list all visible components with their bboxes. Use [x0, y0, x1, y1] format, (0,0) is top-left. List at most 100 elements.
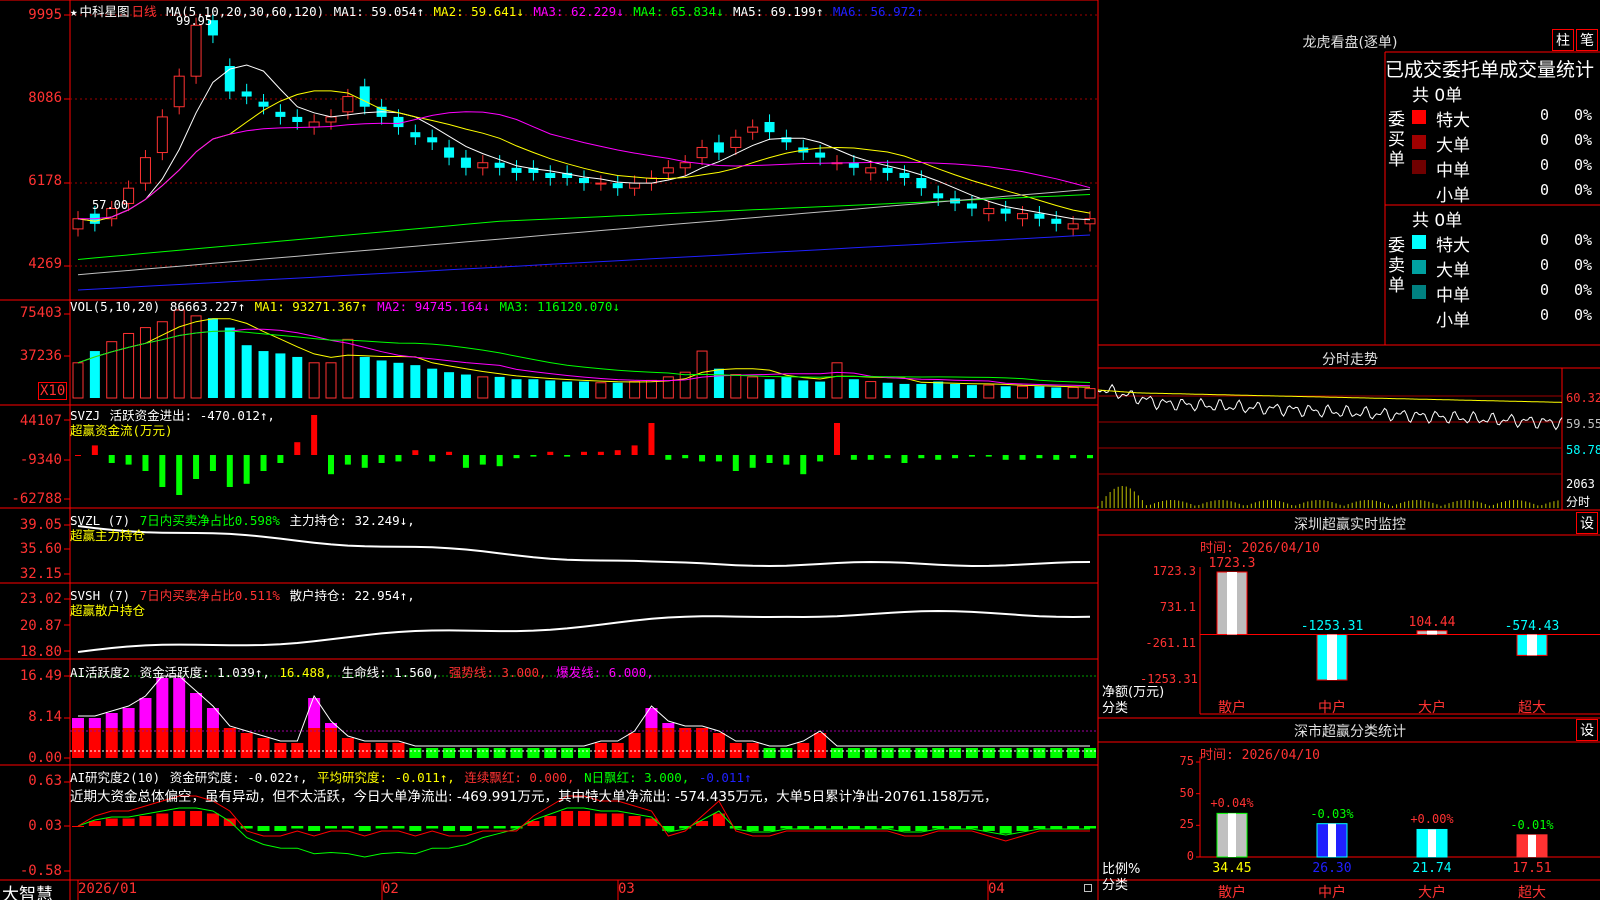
flow-bar	[108, 455, 115, 463]
flow-bar	[176, 455, 183, 495]
svzl-ytick: 32.15	[19, 566, 62, 582]
flow-bar	[1019, 455, 1026, 460]
ai-research-nday: N日飘红: 3.000,	[584, 770, 690, 785]
research-bar	[864, 826, 877, 829]
volume-bar-down	[427, 368, 438, 398]
candle-down	[612, 183, 623, 189]
pen-mode-button[interactable]: 笔	[1576, 29, 1598, 51]
volume-bar-down	[393, 362, 404, 398]
activity-bar	[611, 743, 624, 758]
flow-bar	[193, 455, 200, 479]
research-bar	[797, 826, 810, 829]
vol-ma2: MA2: 94745.164↓	[377, 299, 490, 314]
volume-bar-down	[528, 379, 539, 398]
flow-bar	[952, 455, 959, 459]
candle-down	[511, 167, 522, 173]
bar-mode-button[interactable]: 柱	[1552, 29, 1574, 51]
order-percent: 0%	[1574, 256, 1593, 274]
research-bar	[291, 826, 304, 829]
color-swatch	[1412, 135, 1426, 149]
monitor-settings-button[interactable]: 设	[1576, 512, 1598, 534]
candle-up	[190, 24, 202, 77]
candle-down	[579, 178, 589, 184]
order-percent: 0%	[1574, 106, 1593, 124]
activity-bar	[122, 728, 135, 758]
x-axis-label: 02	[382, 881, 399, 897]
research-bar	[426, 826, 439, 829]
activity-bar	[982, 748, 995, 758]
flow-bar	[226, 455, 233, 487]
volume-bar-up	[645, 379, 657, 399]
star-icon[interactable]: ★	[70, 4, 78, 19]
candle-up	[342, 96, 354, 113]
flow-bar	[935, 455, 942, 460]
classify-settings-button[interactable]: 设	[1576, 719, 1598, 741]
volume-bar-up	[747, 376, 759, 399]
lock-icon[interactable]	[1084, 884, 1092, 892]
research-bar	[257, 826, 270, 831]
volume-bar-down	[460, 374, 471, 398]
ma5-value: MA5: 69.199↑	[733, 4, 824, 19]
volume-bar-down	[1051, 387, 1062, 398]
flow-bar	[412, 450, 419, 455]
intraday-price-line	[1097, 383, 1563, 431]
candle-up	[308, 121, 320, 128]
monitor-ytick: -261.11	[1145, 636, 1196, 650]
period-label[interactable]: 日线	[132, 4, 157, 19]
order-size-label: 小单	[1436, 311, 1470, 331]
research-bar	[645, 818, 658, 826]
classify-bar-delta: -0.01%	[1510, 817, 1554, 832]
monitor-category-label: 超大	[1518, 700, 1546, 716]
research-bar	[1033, 826, 1046, 829]
flow-bar	[732, 455, 739, 471]
research-bar	[746, 826, 759, 831]
monitor-bar-value: -574.43	[1504, 618, 1560, 634]
flow-bar	[884, 455, 891, 459]
research-bar	[375, 826, 388, 829]
ai2-strong: 强势线: 3.000,	[448, 665, 547, 680]
volume-bar-up	[123, 332, 135, 399]
candle-up	[595, 182, 607, 185]
candle-up	[1067, 223, 1079, 230]
stock-name: 中科星图	[79, 4, 130, 19]
ma2-value: MA2: 59.641↓	[433, 4, 524, 19]
volume-bar-down	[764, 379, 775, 398]
research-bar	[898, 826, 911, 831]
research-bar	[611, 813, 624, 826]
svsh-hold: 散户持仓: 22.954↑,	[289, 588, 415, 603]
sell-total: 共 0单	[1412, 211, 1463, 231]
candle-up	[173, 75, 185, 108]
intraday-vol-label: 分时	[1566, 495, 1591, 509]
flow-bar	[260, 455, 267, 471]
research-bar	[122, 818, 135, 826]
flow-bar	[1070, 455, 1077, 459]
research-bar	[561, 811, 574, 826]
candle-up	[1017, 213, 1029, 220]
svsh-ratio: 7日内买卖净占比0.511%	[139, 588, 280, 603]
classify-category-label: 中户	[1318, 885, 1346, 900]
order-size-label: 中单	[1436, 161, 1470, 181]
activity-bar	[156, 728, 169, 758]
classify-bar-highlight	[1228, 813, 1236, 857]
candle-down	[241, 91, 252, 97]
main-chart-canvas[interactable]	[0, 0, 1600, 900]
activity-bar	[443, 748, 456, 758]
volume-bar-down	[241, 345, 252, 398]
research-bar	[729, 826, 742, 829]
research-bar	[594, 813, 607, 826]
research-bar	[308, 826, 321, 831]
order-count: 0	[1540, 181, 1550, 199]
classify-ytick: 25	[1179, 817, 1194, 832]
flow-bar	[800, 455, 807, 475]
retail-holding-line	[77, 609, 1091, 653]
classify-bar-highlight	[1528, 834, 1536, 857]
low-price-label: 57.00	[92, 198, 129, 212]
volume-bar-up	[1017, 385, 1029, 399]
candle-down	[848, 162, 859, 168]
color-swatch	[1412, 110, 1426, 124]
candle-down	[899, 172, 910, 178]
flow-bar	[682, 455, 689, 459]
flow-bar	[277, 455, 284, 463]
activity-bar	[274, 743, 287, 758]
volume-bar-down	[511, 379, 522, 398]
